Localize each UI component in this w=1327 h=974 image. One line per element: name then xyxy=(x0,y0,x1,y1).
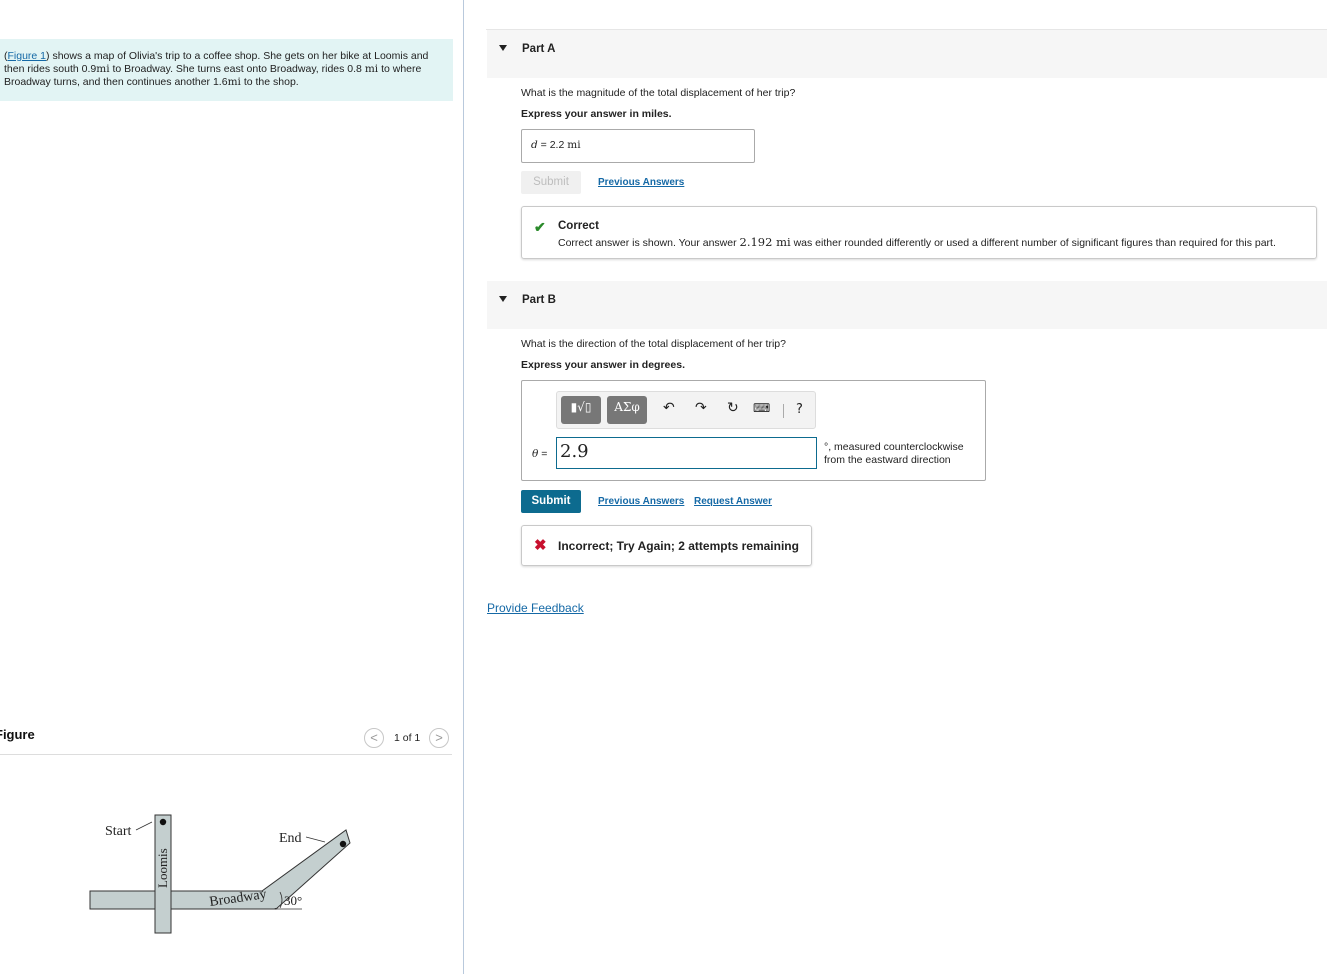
part-b-header[interactable]: Part B xyxy=(487,281,1327,329)
part-b-answer-input[interactable]: 2.9 xyxy=(556,437,817,469)
part-a-answer-field: d = 2.2 mi xyxy=(521,129,755,163)
figure-counter: 1 of 1 xyxy=(394,732,421,744)
figure-header: Figure < 1 of 1 > xyxy=(0,724,452,755)
keyboard-icon[interactable]: ⌨ xyxy=(753,401,770,415)
correct-msg-2: was either rounded differently or used a… xyxy=(790,237,1276,249)
loomis-label: Loomis xyxy=(155,848,170,888)
figure-link[interactable]: Figure 1 xyxy=(8,50,47,62)
collapse-triangle-icon[interactable] xyxy=(499,296,507,302)
reset-icon[interactable]: ↻ xyxy=(727,400,739,416)
part-b-variable-label: θ = xyxy=(532,448,547,460)
part-a-question: What is the magnitude of the total displ… xyxy=(521,87,796,99)
part-a-submit-button: Submit xyxy=(521,171,581,194)
end-dot xyxy=(339,840,347,848)
incorrect-message: Incorrect; Try Again; 2 attempts remaini… xyxy=(558,539,799,553)
request-answer-link[interactable]: Request Answer xyxy=(694,496,772,507)
start-leader xyxy=(135,821,153,831)
unit-mi-1: mi xyxy=(96,63,110,75)
part-b-equals: = xyxy=(538,448,548,460)
x-icon: ✖ xyxy=(534,537,547,554)
check-icon: ✔ xyxy=(534,219,546,235)
part-a-header[interactable]: Part A xyxy=(487,30,1327,78)
angle-label: 30° xyxy=(284,893,302,908)
part-b-previous-answers-link[interactable]: Previous Answers xyxy=(598,496,684,507)
trip-map-figure: Start End Loomis Broadway 30° xyxy=(89,814,351,934)
part-a-unit: mi xyxy=(567,139,581,151)
unit-mi-2: mi xyxy=(364,63,379,75)
part-a-title: Part A xyxy=(522,43,556,55)
math-toolbar: ▮√▯ ΑΣφ ↶ ↷ ↻ ⌨ ? xyxy=(556,391,816,429)
provide-feedback-link[interactable]: Provide Feedback xyxy=(487,601,584,615)
end-leader xyxy=(305,836,326,843)
unit-mi-3: mi xyxy=(227,76,241,88)
left-pane: (Figure 1) shows a map of Olivia's trip … xyxy=(0,0,464,974)
part-b-question: What is the direction of the total displ… xyxy=(521,338,786,350)
help-button[interactable]: ? xyxy=(796,402,803,417)
next-figure-button[interactable]: > xyxy=(429,728,449,748)
correct-msg-1: Correct answer is shown. Your answer xyxy=(558,237,740,249)
figure-title: Figure xyxy=(0,727,35,742)
previous-figure-button[interactable]: < xyxy=(364,728,384,748)
templates-button[interactable]: ▮√▯ xyxy=(561,396,601,424)
start-label: Start xyxy=(105,824,132,839)
part-b-feedback-incorrect: ✖ Incorrect; Try Again; 2 attempts remai… xyxy=(521,525,812,566)
part-a-variable: d xyxy=(531,139,538,151)
collapse-triangle-icon[interactable] xyxy=(499,45,507,51)
correct-message: Correct answer is shown. Your answer 2.1… xyxy=(558,235,1276,249)
greek-symbols-button[interactable]: ΑΣφ xyxy=(607,396,647,424)
undo-icon[interactable]: ↶ xyxy=(663,400,675,416)
chevron-right-icon: > xyxy=(435,730,443,745)
part-b-submit-button[interactable]: Submit xyxy=(521,490,581,513)
part-a-feedback-correct: ✔ Correct Correct answer is shown. Your … xyxy=(521,206,1317,259)
problem-text-2: to Broadway. She turns east onto Broadwa… xyxy=(109,63,365,75)
correct-title: Correct xyxy=(558,220,599,232)
part-b-unit-text: °, measured counterclockwise from the ea… xyxy=(824,441,964,466)
part-a-value: 2.2 xyxy=(549,139,565,151)
end-label: End xyxy=(279,831,302,846)
right-pane: Part A What is the magnitude of the tota… xyxy=(464,0,1327,974)
part-b-instruction: Express your answer in degrees. xyxy=(521,359,685,371)
problem-text-4: to the shop. xyxy=(240,76,299,88)
redo-icon[interactable]: ↷ xyxy=(695,400,707,416)
problem-statement: (Figure 1) shows a map of Olivia's trip … xyxy=(0,39,453,101)
start-dot xyxy=(159,818,167,826)
part-a-instruction: Express your answer in miles. xyxy=(521,108,672,120)
part-a-previous-answers-link[interactable]: Previous Answers xyxy=(598,177,684,188)
toolbar-separator xyxy=(783,404,784,418)
correct-msg-value: 2.192 mi xyxy=(739,235,791,249)
part-a-equals: = xyxy=(537,139,550,151)
part-b-answer-area: ▮√▯ ΑΣφ ↶ ↷ ↻ ⌨ ? θ = 2.9 °, measured co… xyxy=(521,380,986,481)
intersection xyxy=(156,892,170,908)
part-b-title: Part B xyxy=(522,294,556,306)
chevron-left-icon: < xyxy=(370,730,378,745)
